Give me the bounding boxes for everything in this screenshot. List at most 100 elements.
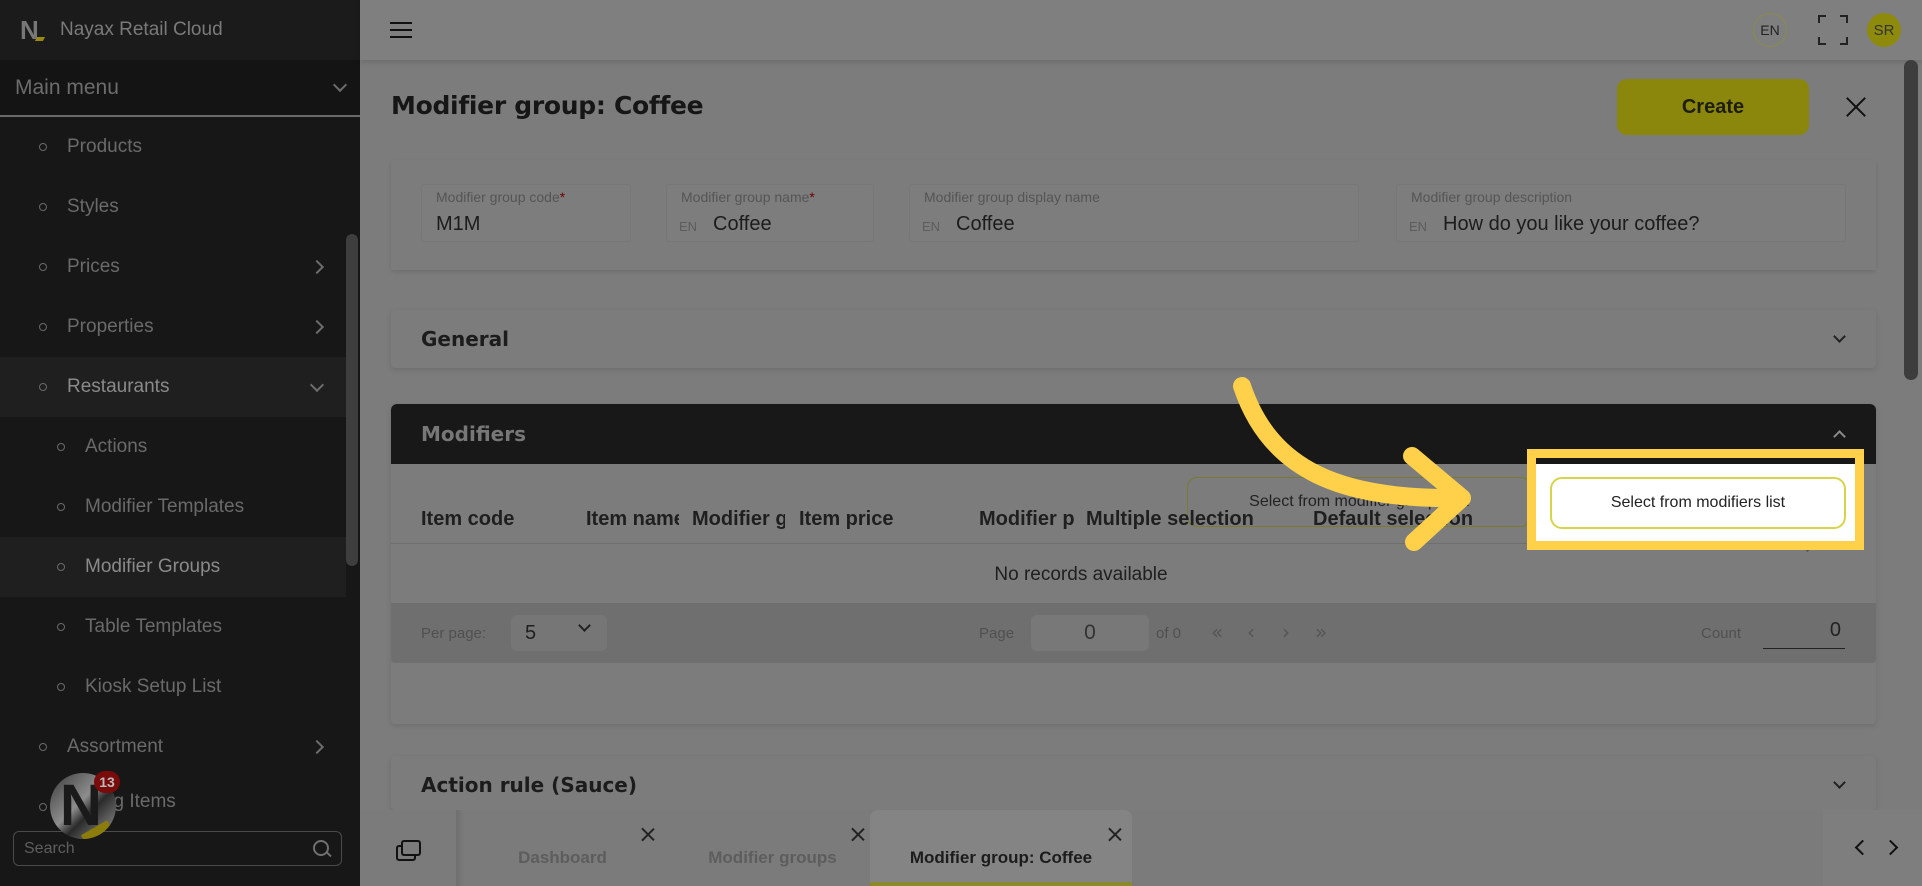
nayax-logo-icon: N: [20, 17, 46, 43]
tab-label: Dashboard: [518, 848, 607, 867]
sidebar-item-label: Products: [67, 136, 142, 157]
sidebar-item-modifier-templates[interactable]: Modifier Templates: [0, 477, 346, 537]
search-icon[interactable]: [313, 839, 331, 858]
section-title: General: [421, 327, 509, 351]
field-label-text: Modifier group code: [436, 189, 560, 205]
chevron-up-icon[interactable]: [1833, 430, 1846, 443]
chevron-right-icon[interactable]: [1882, 839, 1899, 856]
tab-dashboard[interactable]: Dashboard: [460, 810, 665, 886]
language-tag: EN: [922, 219, 941, 234]
modifier-group-display-name-field[interactable]: Modifier group display name EN: [909, 184, 1359, 242]
column-header-modifier-group[interactable]: Modifier group: [692, 508, 785, 531]
main-menu-label: Main menu: [15, 75, 119, 99]
pagination-bar: Per page: 5 Page of 0 « ‹ › » Count 0: [391, 603, 1876, 663]
sidebar-item-label: Assortment: [67, 736, 164, 757]
column-header-item-name[interactable]: Item name: [586, 508, 679, 531]
sidebar-search-input[interactable]: [24, 839, 313, 858]
tab-modifier-groups[interactable]: Modifier groups: [670, 810, 875, 886]
close-tab-icon[interactable]: [641, 828, 655, 842]
app-title: Nayax Retail Cloud: [60, 19, 223, 40]
tab-modifier-group-coffee[interactable]: Modifier group: Coffee: [870, 810, 1132, 886]
per-page-select[interactable]: 5: [511, 615, 607, 651]
sidebar-item-table-templates[interactable]: Table Templates: [0, 597, 346, 657]
page-number-input[interactable]: [1031, 615, 1149, 651]
hamburger-menu-icon[interactable]: [390, 22, 412, 38]
sidebar-item-styles[interactable]: Styles: [0, 177, 346, 237]
chevron-down-icon[interactable]: [1833, 776, 1846, 789]
chevron-down-icon: [578, 619, 591, 632]
sidebar-item-label: Modifier Groups: [85, 556, 221, 577]
bullet-icon: [57, 683, 65, 691]
general-section-header[interactable]: General: [391, 310, 1876, 368]
action-rule-section: Action rule (Sauce): [391, 756, 1876, 810]
count-label: Count: [1701, 625, 1742, 642]
chevron-down-icon[interactable]: [1833, 330, 1846, 343]
per-page-value: 5: [525, 622, 537, 644]
sidebar-item-label: Table Templates: [85, 616, 222, 637]
modifier-group-code-field[interactable]: Modifier group code*: [421, 184, 631, 242]
create-button[interactable]: Create: [1617, 79, 1809, 135]
prev-page-button[interactable]: ‹: [1247, 620, 1255, 644]
sidebar-item-kiosk-setup-list[interactable]: Kiosk Setup List: [0, 657, 346, 717]
tab-label: Modifier group: Coffee: [909, 848, 1093, 867]
sidebar-item-assortment[interactable]: Assortment: [0, 717, 346, 777]
modifier-group-display-name-input[interactable]: [956, 213, 1337, 236]
fullscreen-icon[interactable]: [1818, 15, 1848, 45]
sidebar-item-label: Properties: [67, 316, 154, 337]
action-rule-section-header[interactable]: Action rule (Sauce): [391, 756, 1876, 810]
language-tag: EN: [1409, 219, 1428, 234]
bullet-icon: [39, 143, 47, 151]
bullet-icon: [39, 263, 47, 271]
sidebar-item-actions[interactable]: Actions: [0, 417, 346, 477]
bullet-icon: [57, 503, 65, 511]
modifier-group-name-input[interactable]: [713, 213, 889, 236]
bullet-icon: [39, 203, 47, 211]
tabs-overview-icon[interactable]: [396, 840, 422, 862]
sidebar-item-properties[interactable]: Properties: [0, 297, 346, 357]
sidebar-scrollbar[interactable]: [346, 234, 358, 566]
chevron-right-icon: [309, 259, 325, 275]
bullet-icon: [57, 623, 65, 631]
modifier-group-code-input[interactable]: [436, 213, 613, 236]
sidebar-item-label: Actions: [85, 436, 148, 457]
empty-state: No records available: [994, 564, 1168, 585]
sidebar-item-label: Restaurants: [67, 376, 170, 397]
chevron-left-icon[interactable]: [1854, 839, 1871, 856]
user-avatar[interactable]: SR: [1867, 13, 1901, 47]
last-page-button[interactable]: »: [1315, 620, 1327, 644]
modifier-group-description-field[interactable]: Modifier group description EN: [1396, 184, 1846, 242]
field-label: Modifier group description: [1411, 189, 1573, 205]
field-label-text: Modifier group name: [681, 189, 810, 205]
main-menu-toggle[interactable]: Main menu: [0, 60, 360, 117]
modifier-group-description-input[interactable]: [1443, 213, 1824, 236]
sidebar-item-modifier-groups[interactable]: Modifier Groups: [0, 537, 346, 597]
field-label: Modifier group display name: [924, 189, 1100, 205]
modifier-group-name-field[interactable]: Modifier group name* EN: [666, 184, 889, 242]
section-title: Action rule (Sauce): [421, 773, 638, 797]
highlight-box: Select from modifiers list: [1527, 449, 1864, 550]
sidebar-item-restaurants[interactable]: Restaurants: [0, 357, 346, 417]
chevron-down-icon: [332, 77, 348, 93]
per-page-label: Per page:: [421, 625, 487, 642]
page-scrollbar[interactable]: [1904, 60, 1918, 380]
select-from-modifiers-list-button[interactable]: Select from modifiers list: [1550, 477, 1846, 529]
language-selector[interactable]: EN: [1753, 13, 1787, 47]
close-icon[interactable]: [1845, 96, 1867, 118]
chevron-right-icon: [309, 319, 325, 335]
top-bar: EN SR: [360, 0, 1922, 60]
column-header-item-code[interactable]: Item code: [421, 508, 571, 531]
close-tab-icon[interactable]: [851, 828, 865, 842]
pointer-arrow-icon: [1233, 377, 1471, 551]
next-page-button[interactable]: ›: [1282, 620, 1290, 644]
first-page-button[interactable]: «: [1211, 620, 1223, 644]
tab-scroll-controls: [1823, 810, 1922, 886]
notification-badge: 13: [94, 771, 120, 793]
column-header-modifier-price[interactable]: Modifier price: [979, 508, 1074, 531]
close-tab-icon[interactable]: [1108, 828, 1122, 842]
sidebar-item-prices[interactable]: Prices: [0, 237, 346, 297]
sidebar-item-label: Styles: [67, 196, 119, 217]
section-title: Modifiers: [421, 422, 526, 446]
required-marker: *: [559, 189, 566, 205]
column-header-item-price[interactable]: Item price: [799, 508, 969, 531]
sidebar-item-products[interactable]: Products: [0, 117, 346, 177]
